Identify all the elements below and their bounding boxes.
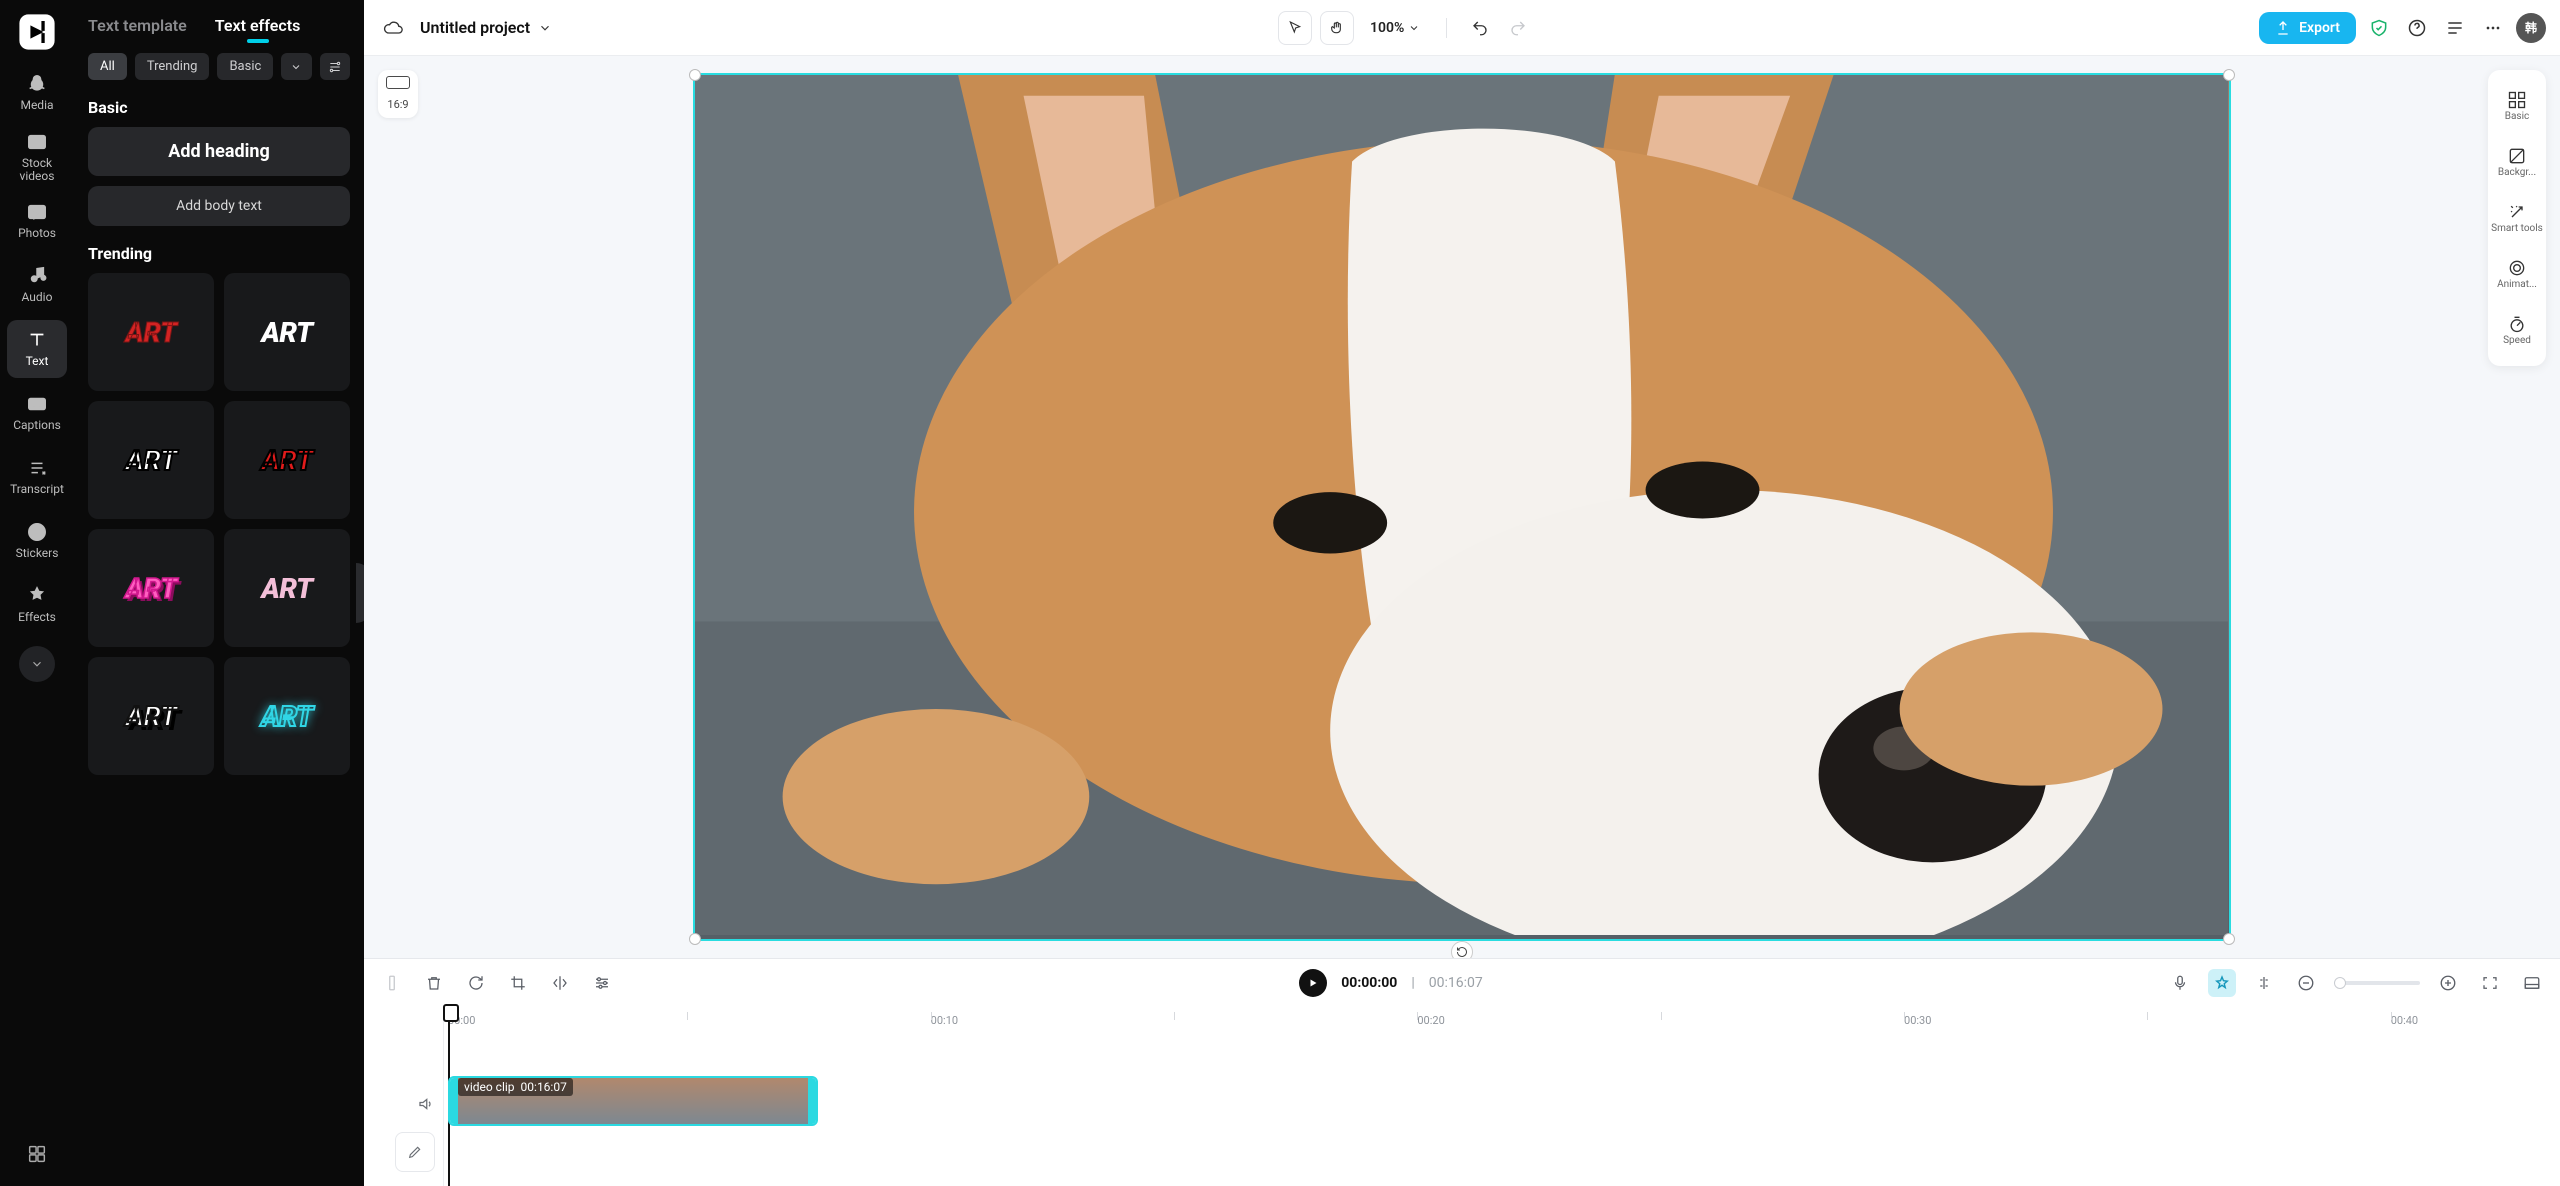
total-time: 00:16:07	[1429, 975, 1483, 991]
text-preset-6[interactable]: ART	[224, 529, 350, 647]
nav-effects-label: Effects	[18, 611, 56, 624]
filter-more-chevron-icon[interactable]	[281, 53, 311, 80]
more-menu-icon[interactable]	[2478, 13, 2508, 43]
cut-split-icon[interactable]	[2250, 969, 2278, 997]
track-edit-icon[interactable]	[395, 1132, 435, 1172]
help-icon[interactable]	[2402, 13, 2432, 43]
mirror-icon[interactable]	[546, 969, 574, 997]
rtool-background[interactable]: Backgr...	[2490, 136, 2544, 188]
refresh-icon[interactable]	[462, 969, 490, 997]
rtool-smart-tools[interactable]: Smart tools	[2490, 192, 2544, 244]
rtool-animation[interactable]: Animat...	[2490, 248, 2544, 300]
zoom-in-icon[interactable]	[2434, 969, 2462, 997]
text-preset-7[interactable]: ART	[88, 657, 214, 775]
rail-more-icon[interactable]	[19, 1136, 55, 1172]
tasks-icon[interactable]	[2440, 13, 2470, 43]
app-logo-icon[interactable]	[15, 10, 59, 54]
filter-basic[interactable]: Basic	[217, 53, 273, 80]
rail-expand-icon[interactable]	[19, 646, 55, 682]
nav-audio[interactable]: Audio	[7, 256, 67, 314]
add-heading-button[interactable]: Add heading	[88, 127, 350, 176]
filter-settings-icon[interactable]	[320, 53, 350, 80]
magnet-icon[interactable]	[2208, 969, 2236, 997]
play-button[interactable]	[1299, 969, 1327, 997]
nav-effects[interactable]: Effects	[7, 576, 67, 634]
nav-stock-videos-label: Stock videos	[7, 157, 67, 183]
rtool-basic[interactable]: Basic	[2490, 80, 2544, 132]
text-preset-8[interactable]: ART	[224, 657, 350, 775]
timeline-track-area[interactable]: 00:00 00:10 00:20 00:30 00:40 video clip…	[444, 1006, 2560, 1186]
cursor-tool-icon[interactable]	[1278, 11, 1312, 45]
nav-stickers[interactable]: Stickers	[7, 512, 67, 570]
nav-transcript[interactable]: Transcript	[7, 448, 67, 506]
filter-all[interactable]: All	[88, 53, 127, 80]
undo-icon[interactable]	[1465, 13, 1495, 43]
text-preset-2[interactable]: ART	[224, 273, 350, 391]
filter-trending[interactable]: Trending	[135, 53, 210, 80]
aspect-ratio-button[interactable]: 16:9	[378, 70, 418, 118]
nav-media-label: Media	[20, 99, 53, 112]
text-panel: Text template Text effects All Trending …	[74, 0, 364, 1186]
project-title[interactable]: Untitled project	[420, 18, 552, 37]
video-preview-frame[interactable]	[693, 73, 2230, 942]
nav-stock-videos[interactable]: Stock videos	[7, 128, 67, 186]
text-preset-4[interactable]: ART	[224, 401, 350, 519]
tab-text-effects[interactable]: Text effects	[215, 16, 301, 35]
text-preset-5[interactable]: ART	[88, 529, 214, 647]
shield-check-icon[interactable]	[2364, 13, 2394, 43]
section-trending-title: Trending	[88, 244, 350, 263]
redo-icon[interactable]	[1503, 13, 1533, 43]
text-preset-1[interactable]: ART	[88, 273, 214, 391]
clip-label: video clip00:16:07	[458, 1078, 573, 1096]
right-tool-rail: Basic Backgr... Smart tools Animat... Sp…	[2488, 70, 2546, 366]
nav-transcript-label: Transcript	[10, 483, 64, 496]
nav-stickers-label: Stickers	[16, 547, 59, 560]
zoom-out-icon[interactable]	[2292, 969, 2320, 997]
nav-photos[interactable]: Photos	[7, 192, 67, 250]
text-preset-3[interactable]: ART	[88, 401, 214, 519]
add-body-text-button[interactable]: Add body text	[88, 186, 350, 226]
hand-tool-icon[interactable]	[1320, 11, 1354, 45]
resize-handle-bl[interactable]	[689, 933, 701, 945]
adjust-icon[interactable]	[588, 969, 616, 997]
timeline-zoom-slider[interactable]	[2334, 981, 2420, 985]
left-nav-rail: Media Stock videos Photos Audio Text Cap…	[0, 0, 74, 1186]
nav-captions-label: Captions	[13, 419, 61, 432]
clip-handle-right[interactable]	[808, 1078, 816, 1124]
nav-text[interactable]: Text	[7, 320, 67, 378]
cloud-sync-icon[interactable]	[378, 13, 408, 43]
section-basic-title: Basic	[88, 98, 350, 117]
split-disabled-icon	[378, 969, 406, 997]
user-avatar[interactable]: 韩	[2516, 13, 2546, 43]
nav-text-label: Text	[26, 355, 49, 368]
mic-icon[interactable]	[2166, 969, 2194, 997]
nav-photos-label: Photos	[18, 227, 56, 240]
rtool-speed[interactable]: Speed	[2490, 304, 2544, 356]
tab-text-template[interactable]: Text template	[88, 16, 187, 35]
timeline-ruler[interactable]: 00:00 00:10 00:20 00:30 00:40	[444, 1012, 2560, 1036]
resize-handle-tr[interactable]	[2223, 69, 2235, 81]
canvas-area: 16:9	[364, 56, 2560, 958]
top-bar: Untitled project 100% Export 韩	[364, 0, 2560, 56]
timeline: 00:00 00:10 00:20 00:30 00:40 video clip…	[364, 1006, 2560, 1186]
fit-timeline-icon[interactable]	[2476, 969, 2504, 997]
nav-audio-label: Audio	[22, 291, 53, 304]
canvas-zoom-level[interactable]: 100%	[1370, 20, 1420, 36]
crop-icon[interactable]	[504, 969, 532, 997]
preview-dog-image	[695, 75, 2228, 936]
expand-panel-icon[interactable]	[2518, 969, 2546, 997]
resize-handle-tl[interactable]	[689, 69, 701, 81]
time-divider: |	[1411, 975, 1414, 991]
track-audio-icon[interactable]	[417, 1080, 435, 1128]
clip-handle-left[interactable]	[450, 1078, 458, 1124]
current-time: 00:00:00	[1341, 975, 1397, 991]
resize-handle-br[interactable]	[2223, 933, 2235, 945]
delete-icon[interactable]	[420, 969, 448, 997]
nav-media[interactable]: Media	[7, 64, 67, 122]
rotate-handle-icon[interactable]	[1451, 941, 1473, 958]
timeline-toolbar: 00:00:00 | 00:16:07	[364, 958, 2560, 1006]
nav-captions[interactable]: Captions	[7, 384, 67, 442]
export-button[interactable]: Export	[2259, 12, 2356, 44]
